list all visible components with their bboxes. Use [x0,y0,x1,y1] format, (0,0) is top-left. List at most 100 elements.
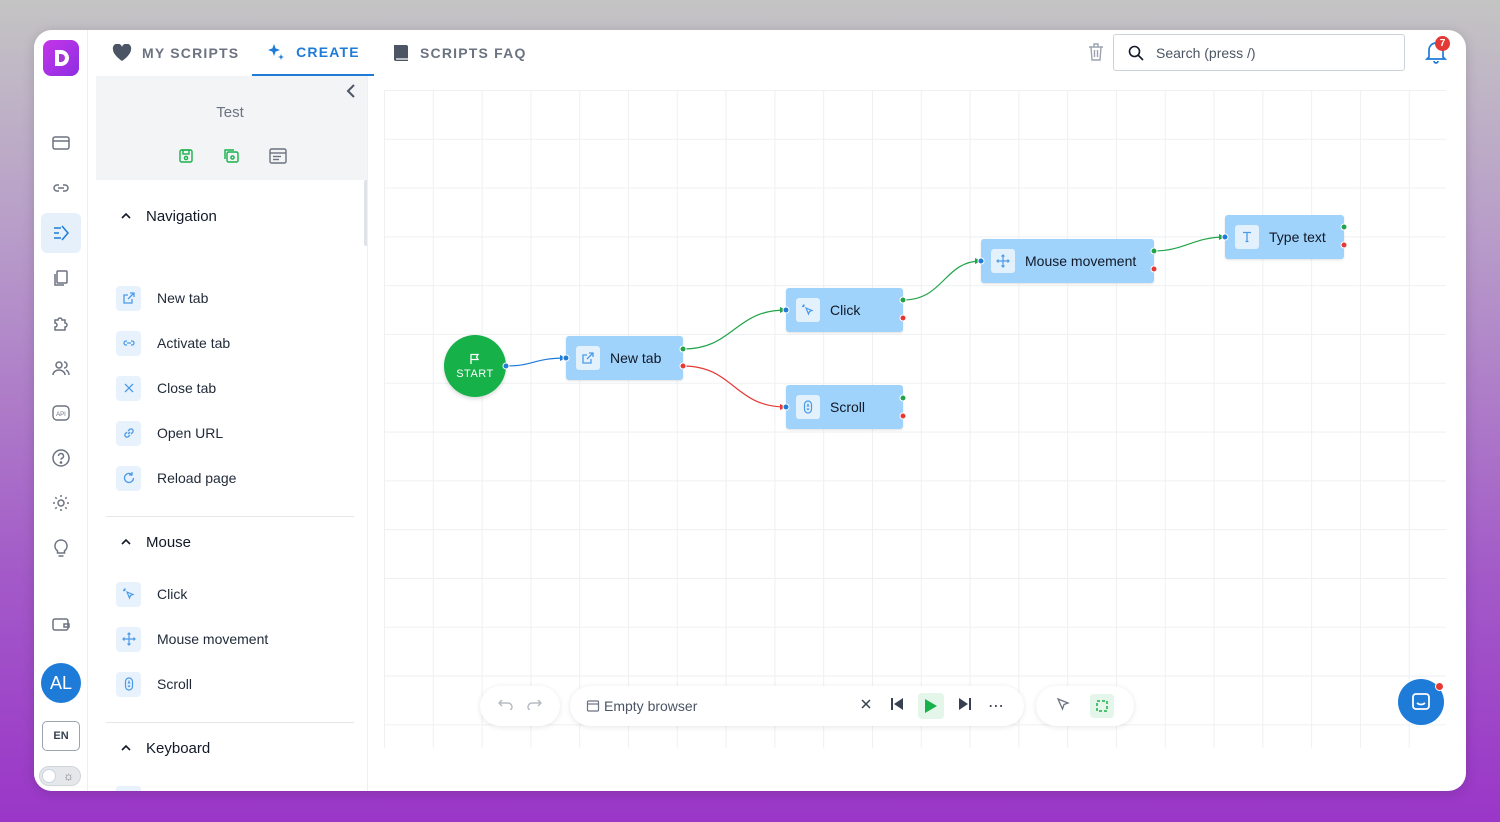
start-node[interactable]: START [444,335,506,397]
rail-extensions[interactable] [41,303,81,343]
action-close-tab[interactable]: Close tab [116,375,216,401]
rail-help[interactable] [41,438,81,478]
flag-icon [470,353,480,364]
logo-icon [55,50,69,66]
script-name[interactable]: Test [96,104,364,121]
more-options-icon[interactable]: ⋯ [988,696,1005,716]
app-logo[interactable] [43,40,79,76]
start-label: START [456,367,494,380]
panel-scrollbar[interactable] [364,180,367,246]
action-mouse-movement[interactable]: Mouse movement [116,626,268,652]
action-new-tab[interactable]: New tab [116,285,208,311]
action-label: Mouse movement [157,631,269,647]
search-input[interactable] [1156,44,1386,61]
node-type-text[interactable]: Type text [1225,215,1344,259]
rail-tips[interactable] [41,528,81,568]
history-controls [480,686,560,726]
action-open-url[interactable]: Open URL [116,420,223,446]
book-icon [394,45,408,61]
top-bar: MY SCRIPTS CREATE SCRIPTS FAQ 7 [88,30,1466,76]
script-details-button[interactable] [266,144,290,168]
node-new-tab[interactable]: New tab [566,336,683,380]
node-mouse-movement[interactable]: Mouse movement [981,239,1154,283]
node-scroll[interactable]: Scroll [786,385,903,429]
rail-proxies[interactable] [41,168,81,208]
rail-bookmarks[interactable] [41,258,81,298]
chat-icon [1412,693,1430,710]
rail-api[interactable]: API [41,393,81,433]
link-icon [122,340,135,346]
save-script-button[interactable] [174,144,198,168]
left-rail: API AL EN ☼ [34,30,88,791]
sun-icon: ☼ [63,769,74,783]
action-activate-tab[interactable]: Activate tab [116,330,230,356]
area-select-button[interactable] [1090,694,1114,718]
action-reload-page[interactable]: Reload page [116,465,236,491]
redo-icon [527,699,543,712]
section-mouse[interactable]: Mouse [106,527,354,557]
rail-wallet[interactable] [41,604,81,644]
run-button[interactable] [918,693,944,719]
help-icon [52,449,70,467]
collapse-panel-button[interactable] [344,82,358,105]
user-avatar[interactable]: AL [41,663,81,703]
edge-mouse-type [1153,236,1226,252]
sparkle-icon [268,44,285,60]
selection-box-icon [1096,700,1108,712]
notification-badge: 7 [1435,36,1450,51]
language-switch[interactable]: EN [42,721,80,751]
edge-newtab-scroll [682,365,787,408]
rail-team[interactable] [41,348,81,388]
pointer-mode-button[interactable] [1056,697,1070,716]
action-label: Close tab [157,380,217,396]
section-divider [106,722,354,723]
step-back-button[interactable] [890,696,904,717]
action-label: Reload page [157,470,237,486]
rail-automation[interactable] [41,213,81,253]
app-window: API AL EN ☼ MY SCRIPTS CREATE SCRIPTS FA… [34,30,1466,791]
edge-newtab-click [682,309,787,350]
delete-button[interactable] [1088,42,1104,67]
trash-icon [1089,43,1103,61]
section-navigation[interactable]: Navigation [106,201,354,231]
node-label: Scroll [830,399,866,415]
tab-scripts-faq[interactable]: SCRIPTS FAQ [392,30,527,76]
automation-icon [54,225,69,241]
tab-create[interactable]: CREATE [252,30,374,76]
browser-status: Empty browser [604,698,698,714]
edge-click-mouse [902,260,982,301]
flow-canvas[interactable]: START New tab Click Scroll Mouse movemen… [384,90,1446,748]
cursor-click-icon [122,588,135,600]
chevron-up-icon [121,212,131,219]
chevron-left-icon [346,84,355,98]
document-icon [269,148,287,164]
search-box[interactable] [1113,34,1405,71]
action-click[interactable]: Click [116,581,187,607]
node-click[interactable]: Click [786,288,903,332]
tab-my-scripts[interactable]: MY SCRIPTS [112,30,239,76]
node-label: Mouse movement [1025,253,1137,269]
action-label: Open URL [157,425,224,441]
theme-toggle[interactable]: ☼ [39,766,81,786]
run-controls: Empty browser ⋯ [570,686,1024,726]
start-output-port[interactable] [502,362,510,370]
play-icon [925,699,937,713]
rail-settings[interactable] [41,483,81,523]
redo-button[interactable] [526,697,543,715]
mouse-scroll-icon [124,677,133,691]
action-label: New tab [157,290,209,306]
close-browser-button[interactable] [860,697,872,715]
new-tab-icon [582,352,594,364]
flow-connections [505,234,1226,410]
chevron-up-icon [121,744,131,751]
save-as-button[interactable] [220,144,244,168]
step-forward-button[interactable] [958,696,972,717]
chevron-up-icon [121,538,131,545]
puzzle-icon [54,317,68,331]
section-keyboard[interactable]: Keyboard [106,733,354,763]
action-scroll[interactable]: Scroll [116,671,192,697]
toggle-knob [42,769,56,783]
undo-button[interactable] [497,697,514,715]
rail-browser-profiles[interactable] [41,123,81,163]
lightbulb-icon [54,539,68,557]
